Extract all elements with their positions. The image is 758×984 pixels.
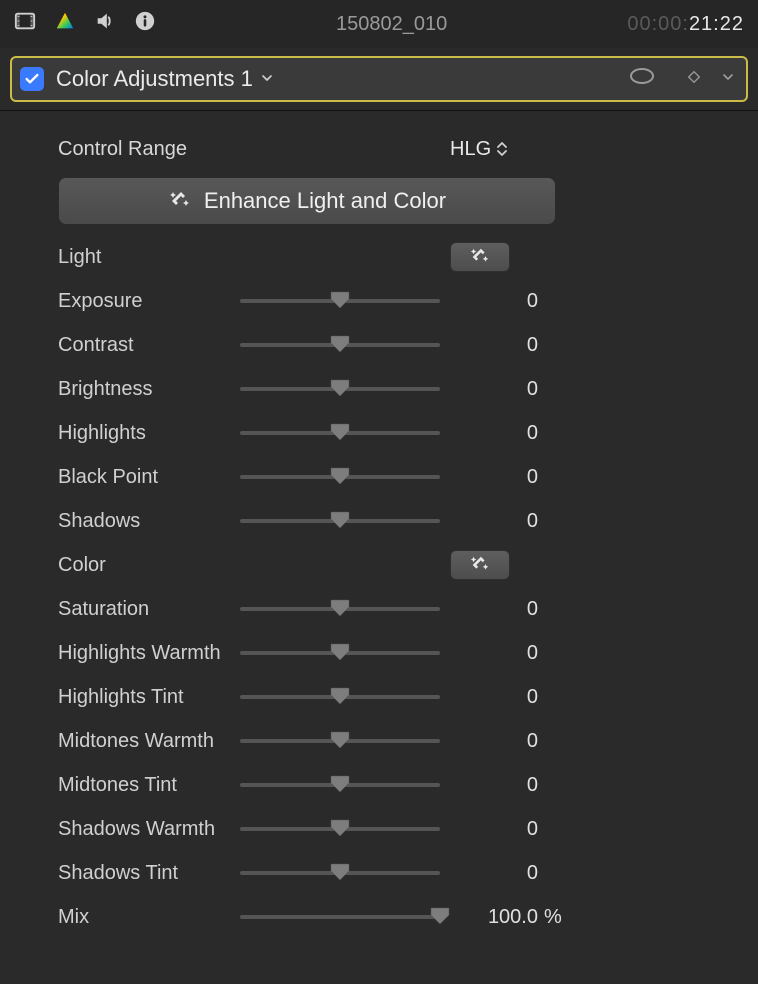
slider[interactable] [240, 871, 440, 875]
slider-label: Highlights Tint [58, 686, 240, 709]
slider-value[interactable]: 0 [450, 466, 538, 489]
slider[interactable] [240, 519, 440, 523]
effect-header[interactable]: Color Adjustments 1 [10, 56, 748, 102]
slider-row-light-4: Black Point 0 [58, 455, 728, 499]
slider-thumb[interactable] [329, 774, 351, 794]
slider-thumb[interactable] [329, 422, 351, 442]
slider-thumb[interactable] [329, 290, 351, 310]
slider-thumb[interactable] [329, 642, 351, 662]
slider-row-color-6: Shadows Tint 0 [58, 851, 728, 895]
light-section-header: Light [58, 235, 728, 279]
slider-label: Contrast [58, 334, 240, 357]
control-range-select[interactable]: HLG [450, 138, 507, 161]
slider-value[interactable]: 100.0 [450, 906, 538, 929]
slider-label: Shadows Warmth [58, 818, 240, 841]
slider[interactable] [240, 387, 440, 391]
slider-thumb[interactable] [329, 466, 351, 486]
keyframe-diamond-icon[interactable] [686, 68, 702, 91]
slider-row-color-1: Highlights Warmth 0 [58, 631, 728, 675]
slider-thumb[interactable] [329, 378, 351, 398]
slider-row-color-4: Midtones Tint 0 [58, 763, 728, 807]
slider-label: Midtones Warmth [58, 730, 240, 753]
slider-label: Mix [58, 906, 240, 929]
control-range-label: Control Range [58, 138, 450, 161]
color-inspector-icon[interactable] [54, 10, 76, 38]
slider-thumb[interactable] [329, 686, 351, 706]
slider-thumb[interactable] [329, 598, 351, 618]
timecode: 00:00:21:22 [627, 13, 744, 36]
slider-value[interactable]: 0 [450, 290, 538, 313]
color-auto-wand-button[interactable] [450, 550, 510, 580]
slider[interactable] [240, 695, 440, 699]
slider[interactable] [240, 783, 440, 787]
slider-row-color-0: Saturation 0 [58, 587, 728, 631]
chevron-down-icon[interactable] [259, 69, 275, 92]
slider-label: Highlights [58, 422, 240, 445]
slider-label: Exposure [58, 290, 240, 313]
control-range-row: Control Range HLG [58, 125, 728, 169]
slider-row-light-0: Exposure 0 [58, 279, 728, 323]
slider-unit: % [538, 906, 568, 929]
slider-thumb[interactable] [329, 818, 351, 838]
controls-body: Control Range HLG Enhance Light and Colo… [0, 111, 758, 939]
chevron-down-icon[interactable] [720, 68, 736, 91]
slider[interactable] [240, 739, 440, 743]
slider-value[interactable]: 0 [450, 818, 538, 841]
audio-inspector-icon[interactable] [94, 10, 116, 38]
slider-value[interactable]: 0 [450, 730, 538, 753]
enhance-light-color-button[interactable]: Enhance Light and Color [58, 177, 556, 225]
slider-value[interactable]: 0 [450, 686, 538, 709]
slider-thumb[interactable] [429, 906, 451, 926]
slider-value[interactable]: 0 [450, 598, 538, 621]
slider-row-light-2: Brightness 0 [58, 367, 728, 411]
slider[interactable] [240, 827, 440, 831]
slider-row-light-5: Shadows 0 [58, 499, 728, 543]
slider-value[interactable]: 0 [450, 334, 538, 357]
clip-title: 150802_010 [156, 13, 627, 36]
slider-row-color-2: Highlights Tint 0 [58, 675, 728, 719]
slider-thumb[interactable] [329, 334, 351, 354]
slider-label: Shadows [58, 510, 240, 533]
slider[interactable] [240, 475, 440, 479]
slider-label: Shadows Tint [58, 862, 240, 885]
video-inspector-icon[interactable] [14, 10, 36, 38]
inspector-top-bar: 150802_010 00:00:21:22 [0, 0, 758, 48]
slider-row-light-1: Contrast 0 [58, 323, 728, 367]
slider-row-color-3: Midtones Warmth 0 [58, 719, 728, 763]
info-inspector-icon[interactable] [134, 10, 156, 38]
slider-row-light-3: Highlights 0 [58, 411, 728, 455]
slider-value[interactable]: 0 [450, 774, 538, 797]
mix-row: Mix 100.0 % [58, 895, 728, 939]
slider-value[interactable]: 0 [450, 378, 538, 401]
slider-thumb[interactable] [329, 510, 351, 530]
mask-icon[interactable] [628, 66, 656, 92]
light-auto-wand-button[interactable] [450, 242, 510, 272]
slider[interactable] [240, 299, 440, 303]
slider-value[interactable]: 0 [450, 422, 538, 445]
slider-label: Midtones Tint [58, 774, 240, 797]
color-section-header: Color [58, 543, 728, 587]
effect-enable-checkbox[interactable] [20, 67, 44, 91]
mix-slider[interactable] [240, 915, 440, 919]
slider-label: Highlights Warmth [58, 642, 240, 665]
slider-label: Black Point [58, 466, 240, 489]
slider-thumb[interactable] [329, 862, 351, 882]
slider-value[interactable]: 0 [450, 862, 538, 885]
effect-name: Color Adjustments 1 [56, 66, 253, 92]
slider[interactable] [240, 343, 440, 347]
slider-value[interactable]: 0 [450, 642, 538, 665]
slider-row-color-5: Shadows Warmth 0 [58, 807, 728, 851]
slider[interactable] [240, 607, 440, 611]
slider-label: Saturation [58, 598, 240, 621]
slider[interactable] [240, 651, 440, 655]
slider-thumb[interactable] [329, 730, 351, 750]
slider[interactable] [240, 431, 440, 435]
slider-label: Brightness [58, 378, 240, 401]
slider-value[interactable]: 0 [450, 510, 538, 533]
